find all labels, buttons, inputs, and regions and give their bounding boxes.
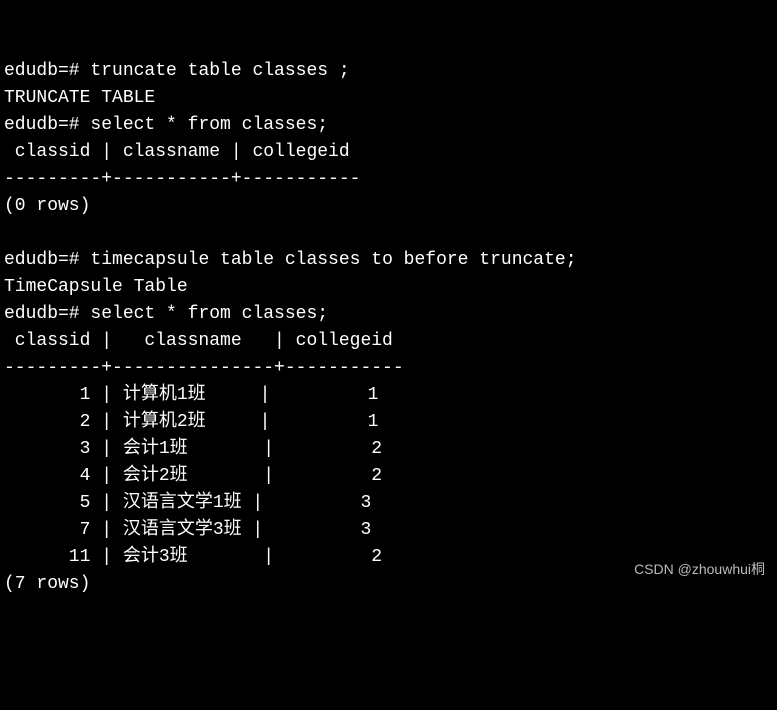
sql-command: timecapsule table classes to before trun… [90,250,576,270]
row-count: (0 rows) [4,196,90,216]
prompt: edudb=# [4,61,90,81]
prompt: edudb=# [4,250,90,270]
prompt: edudb=# [4,304,90,324]
sql-command: select * from classes; [90,304,328,324]
sql-command: truncate table classes ; [90,61,349,81]
table-header: classid | classname | collegeid [4,331,393,351]
prompt: edudb=# [4,115,90,135]
result-line: TRUNCATE TABLE [4,88,155,108]
terminal-output: edudb=# truncate table classes ; TRUNCAT… [4,58,773,598]
result-line: TimeCapsule Table [4,277,188,297]
table-divider: ---------+-----------+----------- [4,169,360,189]
watermark: CSDN @zhouwhui桐 [634,559,765,580]
row-count: (7 rows) [4,574,90,594]
sql-command: select * from classes; [90,115,328,135]
table-header: classid | classname | collegeid [4,142,350,162]
table-body: 1 | 计算机1班 | 1 2 | 计算机2班 | 1 3 | 会计1班 | 2… [4,382,773,571]
table-divider: ---------+---------------+----------- [4,358,404,378]
